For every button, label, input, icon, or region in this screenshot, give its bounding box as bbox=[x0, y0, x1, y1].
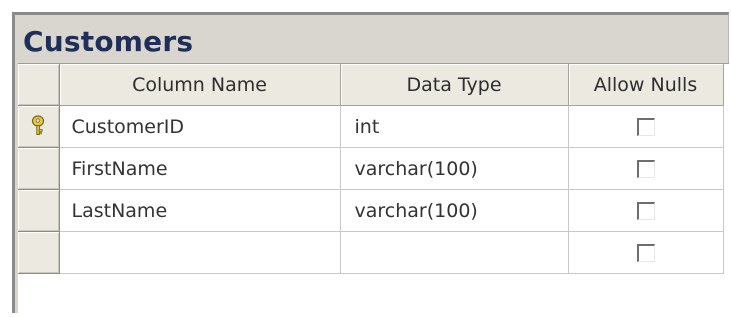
allow-nulls-header[interactable]: Allow Nulls bbox=[568, 64, 724, 106]
table-row: CustomerID int bbox=[18, 105, 724, 148]
table-row: FirstName varchar(100) bbox=[18, 147, 724, 190]
row-selector[interactable] bbox=[18, 105, 60, 148]
column-grid: Column Name Data Type Allow Nulls Custom… bbox=[18, 63, 729, 317]
column-name-cell[interactable]: FirstName bbox=[59, 147, 341, 190]
allow-nulls-checkbox[interactable] bbox=[636, 160, 655, 178]
allow-nulls-checkbox[interactable] bbox=[636, 202, 655, 220]
header-row: Column Name Data Type Allow Nulls bbox=[18, 64, 724, 106]
row-selector[interactable] bbox=[18, 231, 60, 274]
data-type-header[interactable]: Data Type bbox=[340, 64, 569, 106]
column-name-cell[interactable] bbox=[59, 231, 341, 274]
allow-nulls-checkbox[interactable] bbox=[636, 118, 655, 136]
table-designer-window: Customers Column Name Data Type Allow Nu… bbox=[12, 12, 729, 317]
table-title: Customers bbox=[23, 25, 194, 58]
table-row: LastName varchar(100) bbox=[18, 189, 724, 232]
data-type-cell[interactable]: varchar(100) bbox=[340, 189, 569, 232]
allow-nulls-checkbox[interactable] bbox=[636, 244, 655, 262]
data-type-cell[interactable] bbox=[340, 231, 569, 274]
allow-nulls-cell[interactable] bbox=[568, 231, 724, 274]
column-name-cell[interactable]: LastName bbox=[59, 189, 341, 232]
row-selector-header[interactable] bbox=[18, 64, 60, 106]
data-type-cell[interactable]: varchar(100) bbox=[340, 147, 569, 190]
data-type-cell[interactable]: int bbox=[340, 105, 569, 148]
columns-table: Column Name Data Type Allow Nulls Custom… bbox=[18, 64, 724, 274]
key-icon bbox=[31, 115, 45, 135]
table-row-new bbox=[18, 231, 724, 274]
allow-nulls-cell[interactable] bbox=[568, 147, 724, 190]
column-name-header[interactable]: Column Name bbox=[59, 64, 341, 106]
column-name-cell[interactable]: CustomerID bbox=[59, 105, 341, 148]
row-selector[interactable] bbox=[18, 147, 60, 190]
allow-nulls-cell[interactable] bbox=[568, 189, 724, 232]
allow-nulls-cell[interactable] bbox=[568, 105, 724, 148]
row-selector[interactable] bbox=[18, 189, 60, 232]
